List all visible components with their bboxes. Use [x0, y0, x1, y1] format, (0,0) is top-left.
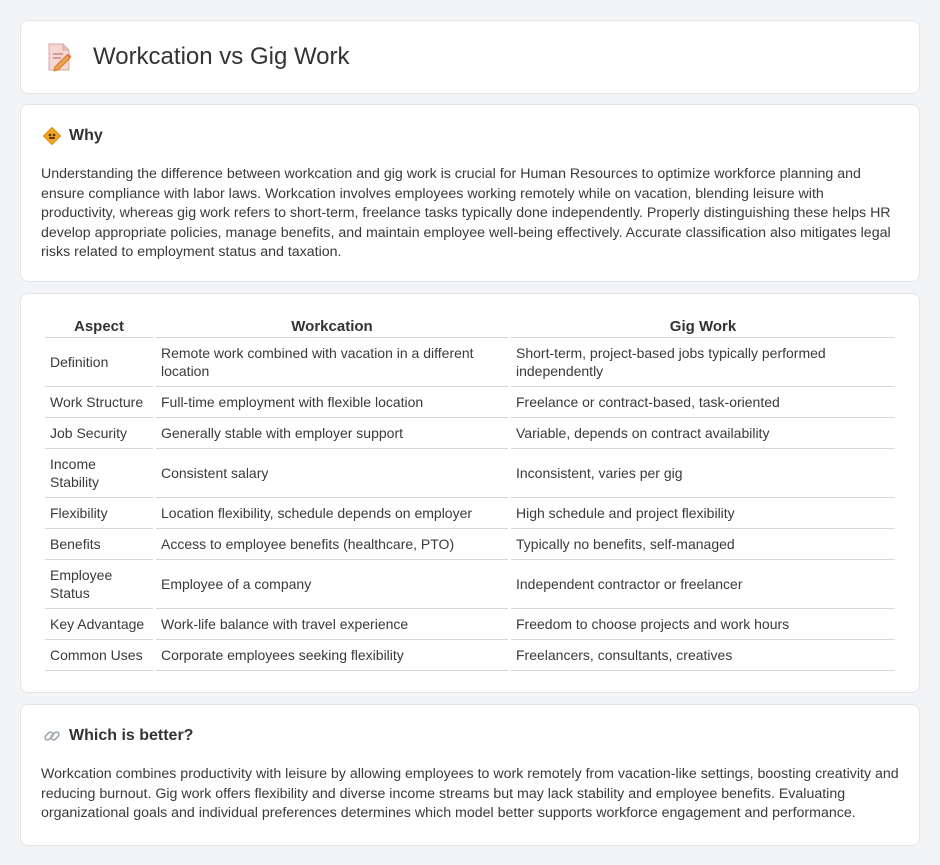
- cell-workcation: Corporate employees seeking flexibility: [156, 640, 508, 671]
- cell-gig-work: Typically no benefits, self-managed: [511, 529, 895, 560]
- cell-aspect: Common Uses: [45, 640, 153, 671]
- cell-gig-work: Short-term, project-based jobs typically…: [511, 338, 895, 387]
- table-row: Income Stability Consistent salary Incon…: [45, 449, 895, 498]
- comparison-table-card: Aspect Workcation Gig Work Definition Re…: [20, 293, 920, 693]
- cell-aspect: Income Stability: [45, 449, 153, 498]
- cell-workcation: Access to employee benefits (healthcare,…: [156, 529, 508, 560]
- table-row: Flexibility Location flexibility, schedu…: [45, 498, 895, 529]
- cell-workcation: Work-life balance with travel experience: [156, 609, 508, 640]
- cell-workcation: Full-time employment with flexible locat…: [156, 387, 508, 418]
- table-row: Job Security Generally stable with emplo…: [45, 418, 895, 449]
- which-is-better-text: Workcation combines productivity with le…: [41, 766, 899, 822]
- cell-aspect: Benefits: [45, 529, 153, 560]
- table-row: Common Uses Corporate employees seeking …: [45, 640, 895, 671]
- cell-aspect: Flexibility: [45, 498, 153, 529]
- cell-aspect: Work Structure: [45, 387, 153, 418]
- cell-workcation: Remote work combined with vacation in a …: [156, 338, 508, 387]
- cell-aspect: Job Security: [45, 418, 153, 449]
- cell-aspect: Key Advantage: [45, 609, 153, 640]
- cell-workcation: Location flexibility, schedule depends o…: [156, 498, 508, 529]
- header-gig-work: Gig Work: [511, 316, 895, 338]
- cell-gig-work: Freelancers, consultants, creatives: [511, 640, 895, 671]
- link-icon: [44, 731, 60, 741]
- header-workcation: Workcation: [156, 316, 508, 338]
- table-row: Employee Status Employee of a company In…: [45, 560, 895, 609]
- cell-gig-work: Freelance or contract-based, task-orient…: [511, 387, 895, 418]
- document-edit-icon: [48, 43, 72, 72]
- table-row: Definition Remote work combined with vac…: [45, 338, 895, 387]
- page-title: Workcation vs Gig Work: [93, 43, 350, 70]
- cell-gig-work: Independent contractor or freelancer: [511, 560, 895, 609]
- comparison-table: Aspect Workcation Gig Work Definition Re…: [42, 316, 898, 671]
- table-row: Key Advantage Work-life balance with tra…: [45, 609, 895, 640]
- table-row: Benefits Access to employee benefits (he…: [45, 529, 895, 560]
- table-row: Work Structure Full-time employment with…: [45, 387, 895, 418]
- table-header-row: Aspect Workcation Gig Work: [45, 316, 895, 338]
- why-title: Why: [69, 127, 103, 144]
- header-aspect: Aspect: [45, 316, 153, 338]
- cell-gig-work: Freedom to choose projects and work hour…: [511, 609, 895, 640]
- cell-aspect: Employee Status: [45, 560, 153, 609]
- why-text: Understanding the difference between wor…: [41, 166, 891, 261]
- warning-sign-icon: [43, 127, 61, 145]
- cell-workcation: Employee of a company: [156, 560, 508, 609]
- which-is-better-card: Which is better? Workcation combines pro…: [20, 704, 920, 846]
- header-card: Workcation vs Gig Work: [20, 20, 920, 94]
- why-card: Why Understanding the difference between…: [20, 104, 920, 282]
- which-is-better-title: Which is better?: [69, 727, 194, 744]
- cell-gig-work: Variable, depends on contract availabili…: [511, 418, 895, 449]
- cell-workcation: Generally stable with employer support: [156, 418, 508, 449]
- cell-aspect: Definition: [45, 338, 153, 387]
- cell-workcation: Consistent salary: [156, 449, 508, 498]
- cell-gig-work: Inconsistent, varies per gig: [511, 449, 895, 498]
- cell-gig-work: High schedule and project flexibility: [511, 498, 895, 529]
